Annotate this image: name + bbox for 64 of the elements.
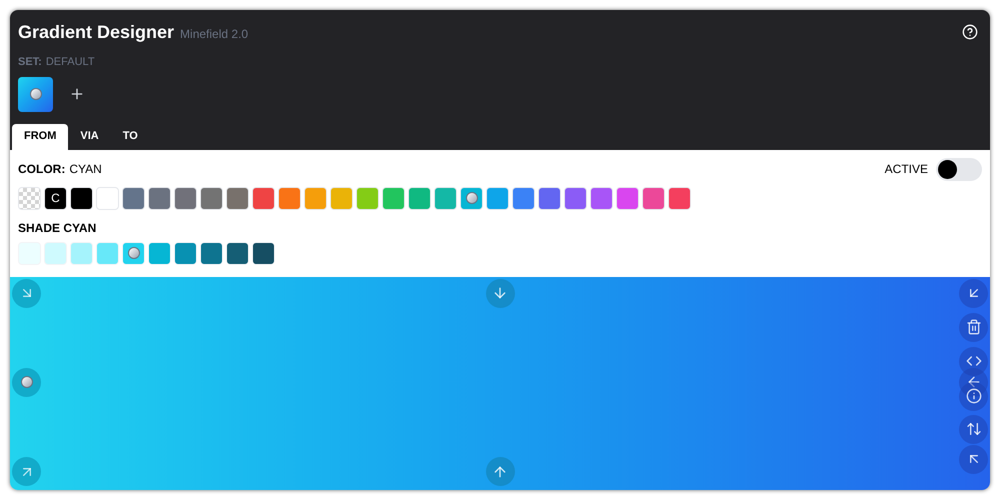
arrow-up-icon[interactable] — [486, 457, 514, 486]
shade-swatch[interactable] — [252, 242, 275, 264]
color-swatch[interactable] — [330, 186, 353, 210]
shade-swatch[interactable] — [200, 242, 223, 264]
knob-icon[interactable] — [20, 376, 32, 388]
color-swatch[interactable] — [382, 186, 405, 210]
color-swatch[interactable] — [356, 186, 379, 210]
app-version: Minefield 2.0 — [180, 26, 248, 42]
color-swatch[interactable] — [512, 186, 535, 210]
tab[interactable]: FROM — [12, 124, 68, 150]
arrow-up-left-icon[interactable] — [959, 444, 988, 474]
color-swatch[interactable] — [96, 186, 119, 210]
color-swatch[interactable] — [486, 186, 509, 210]
color-swatch[interactable] — [122, 186, 145, 210]
shade-label: SHADE CYAN — [18, 220, 98, 236]
color-swatch[interactable] — [408, 186, 431, 210]
handle-knob[interactable] — [466, 192, 478, 204]
active-toggle[interactable] — [936, 158, 982, 180]
color-swatch[interactable] — [564, 186, 587, 210]
transparent-swatch[interactable] — [18, 186, 41, 210]
color-swatch[interactable] — [304, 186, 327, 210]
gradient-thumbnail[interactable] — [18, 76, 53, 112]
color-swatch[interactable] — [538, 186, 561, 210]
color-label: COLOR: — [18, 161, 66, 177]
shade-swatch[interactable] — [44, 242, 67, 264]
color-swatch[interactable] — [200, 186, 223, 210]
color-swatch[interactable] — [668, 186, 691, 210]
delete-icon[interactable] — [959, 312, 988, 342]
handle-button[interactable] — [12, 368, 41, 397]
arrow-down-left-icon[interactable] — [959, 278, 988, 308]
color-swatch[interactable] — [70, 186, 93, 210]
info-icon[interactable] — [959, 382, 988, 410]
color-swatch[interactable] — [616, 186, 639, 210]
tab[interactable]: VIA — [68, 124, 111, 150]
color-swatch[interactable] — [252, 186, 275, 210]
shade-swatch[interactable] — [70, 242, 93, 264]
color-swatch[interactable] — [642, 186, 665, 210]
swap-icon[interactable] — [959, 414, 988, 444]
color-swatch[interactable] — [460, 186, 483, 210]
set-name: DEFAULT — [46, 55, 95, 70]
color-swatch[interactable] — [590, 186, 613, 210]
color-swatch[interactable] — [174, 186, 197, 210]
shade-swatch[interactable] — [96, 242, 119, 264]
shade-swatch[interactable] — [148, 242, 171, 264]
color-swatch[interactable]: C — [44, 186, 67, 210]
handle-knob[interactable] — [30, 88, 42, 100]
set-label: SET: — [18, 55, 42, 70]
color-swatch[interactable] — [278, 186, 301, 210]
arrow-down-icon[interactable] — [486, 278, 514, 308]
handle-knob[interactable] — [128, 247, 140, 259]
color-swatch[interactable] — [226, 186, 249, 210]
active-label: ACTIVE — [884, 161, 928, 177]
shade-swatch[interactable] — [122, 242, 145, 264]
arrow-up-right-icon[interactable] — [12, 457, 41, 486]
shade-swatch[interactable] — [174, 242, 197, 264]
tab[interactable]: TO — [110, 124, 150, 150]
color-name: CYAN — [69, 161, 102, 177]
arrow-down-right-icon[interactable] — [12, 278, 41, 308]
add-icon[interactable] — [69, 86, 85, 102]
color-swatch[interactable] — [148, 186, 171, 210]
app-title: Gradient Designer — [18, 21, 174, 44]
shade-swatch[interactable] — [226, 242, 249, 264]
color-swatch[interactable] — [434, 186, 457, 210]
help-icon[interactable] — [962, 24, 978, 40]
